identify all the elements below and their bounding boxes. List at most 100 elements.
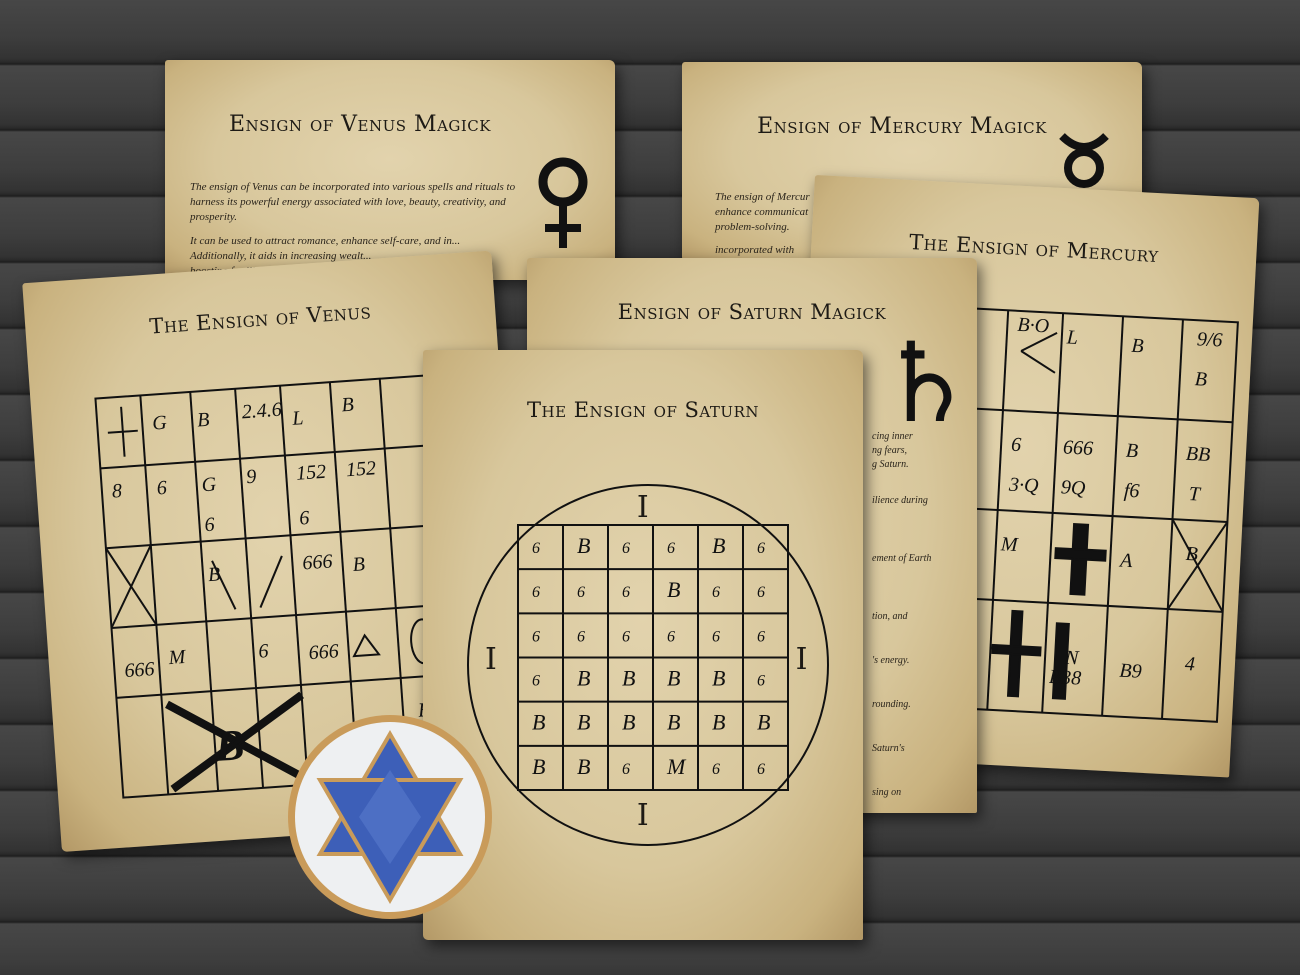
svg-text:M: M xyxy=(999,533,1019,556)
seal-glyph: 6 xyxy=(757,540,765,557)
svg-text:B: B xyxy=(212,720,246,771)
svg-text:G: G xyxy=(152,412,168,435)
seal-glyph: 6 xyxy=(757,628,765,645)
text-fragment: tion, and xyxy=(872,611,908,622)
seal-glyph: 6 xyxy=(757,673,765,690)
svg-text:666: 666 xyxy=(308,640,339,664)
seal-glyph: B xyxy=(667,710,680,735)
seal-glyph: B xyxy=(622,710,635,735)
seal-glyph: B xyxy=(532,710,545,735)
svg-text:B·O: B·O xyxy=(1017,314,1050,338)
svg-text:B: B xyxy=(1185,543,1198,566)
seal-glyph: B xyxy=(712,666,725,691)
seal-glyph: B xyxy=(622,666,635,691)
seal-glyph: 6 xyxy=(622,761,630,778)
svg-text:BB: BB xyxy=(1185,443,1211,466)
seal-glyph: 6 xyxy=(712,628,720,645)
svg-text:B: B xyxy=(1194,368,1207,391)
svg-text:T: T xyxy=(1188,483,1202,506)
svg-text:9: 9 xyxy=(246,466,258,489)
svg-text:B: B xyxy=(207,563,221,586)
mercury-symbol-icon xyxy=(1059,133,1109,188)
seal-glyph: 6 xyxy=(757,761,765,778)
svg-text:3·Q: 3·Q xyxy=(1007,474,1039,498)
seal-glyph: 6 xyxy=(532,628,540,645)
svg-text:666: 666 xyxy=(302,550,333,574)
svg-text:B: B xyxy=(352,553,366,576)
text-fragment: rounding. xyxy=(872,699,911,710)
seal-glyph: B xyxy=(667,577,680,602)
svg-text:152: 152 xyxy=(295,461,326,485)
svg-text:9Q: 9Q xyxy=(1060,476,1086,499)
seal-glyph: 6 xyxy=(532,540,540,557)
svg-text:M: M xyxy=(167,646,187,669)
text-fragment: ement of Earth xyxy=(872,553,932,564)
mercury-ensign-grid: BB·OL B9/6B 66666 BBBT F3·Q9Q f6MM FAB 6… xyxy=(936,306,1239,723)
svg-text:B: B xyxy=(196,409,210,432)
saturn-seal: 6 B 6 6 B 66 6 6 B 6 66 6 6 6 6 66 B B B B 6B B B B B BB B 6 M 6 6 xyxy=(467,484,829,846)
seal-glyph: B xyxy=(577,533,590,558)
seal-glyph: B xyxy=(667,666,680,691)
seal-mark-left: I xyxy=(485,642,498,677)
svg-text:4: 4 xyxy=(1184,653,1195,675)
svg-text:6: 6 xyxy=(1011,434,1022,456)
seal-glyph: 6 xyxy=(622,628,630,645)
hexagram-icon xyxy=(288,715,492,919)
seal-glyph: 6 xyxy=(712,761,720,778)
svg-text:B9: B9 xyxy=(1119,660,1142,683)
svg-text:B38: B38 xyxy=(1048,666,1081,690)
seal-glyph: B xyxy=(712,533,725,558)
saturn-magick-text: cing inner ng fears, g Saturn. ilience d… xyxy=(872,430,972,808)
seal-glyph: 6 xyxy=(667,628,675,645)
svg-text:6: 6 xyxy=(299,507,311,530)
venus-magick-page: Ensign of Venus Magick The ensign of Ven… xyxy=(165,60,615,280)
text-fragment: g Saturn. xyxy=(872,459,909,470)
text-fragment: sing on xyxy=(872,787,902,798)
seal-glyph: B xyxy=(532,754,545,779)
seal-glyph: 6 xyxy=(577,628,585,645)
svg-text:B: B xyxy=(1131,335,1144,358)
svg-text:G: G xyxy=(201,473,217,496)
seal-glyph: 6 xyxy=(667,540,675,557)
seal-glyph: B xyxy=(577,754,590,779)
text-fragment: cing inner xyxy=(872,431,913,442)
svg-text:666: 666 xyxy=(1063,436,1094,460)
svg-text:L: L xyxy=(291,407,305,430)
page-title: Ensign of Venus Magick xyxy=(228,112,491,137)
text-fragment: ilience during xyxy=(872,495,928,506)
seal-glyph: 6 xyxy=(622,584,630,601)
seal-glyph: 6 xyxy=(622,540,630,557)
seal-glyph: B xyxy=(577,666,590,691)
svg-text:152: 152 xyxy=(345,457,376,481)
seal-mark-top: I xyxy=(636,490,650,525)
svg-text:A: A xyxy=(1118,549,1134,572)
seal-glyph: 6 xyxy=(532,673,540,690)
seal-mark-right: I xyxy=(795,642,808,677)
seal-glyph: B xyxy=(577,710,590,735)
seal-glyph: M xyxy=(666,754,687,779)
text-fragment: ng fears, xyxy=(872,445,907,456)
svg-text:2.4.6: 2.4.6 xyxy=(241,399,282,424)
page-title: The Ensign of Saturn xyxy=(527,398,759,422)
saturn-symbol-icon: ♄ xyxy=(877,319,976,447)
svg-text:9/6: 9/6 xyxy=(1196,328,1223,351)
svg-text:L: L xyxy=(1065,326,1078,349)
page-title: The Ensign of Venus xyxy=(148,299,372,339)
seal-glyph: B xyxy=(757,710,770,735)
seal-glyph: 6 xyxy=(757,584,765,601)
svg-text:6: 6 xyxy=(156,477,168,500)
svg-text:6: 6 xyxy=(258,640,270,663)
text-fragment: 's energy. xyxy=(872,655,910,666)
svg-text:8: 8 xyxy=(111,480,123,503)
paragraph: It can be used to attract romance, enhan… xyxy=(190,235,461,247)
svg-text:f6: f6 xyxy=(1123,480,1140,503)
venus-symbol-icon xyxy=(538,157,588,248)
svg-text:6: 6 xyxy=(204,514,216,537)
seal-glyph: 6 xyxy=(577,584,585,601)
seal-glyph: B xyxy=(712,710,725,735)
text-fragment: Saturn's xyxy=(872,743,905,754)
paragraph: The ensign of Venus can be incorporated … xyxy=(190,181,516,223)
seal-glyph: 6 xyxy=(712,584,720,601)
svg-text:B: B xyxy=(341,394,355,417)
svg-text:666: 666 xyxy=(124,658,155,682)
